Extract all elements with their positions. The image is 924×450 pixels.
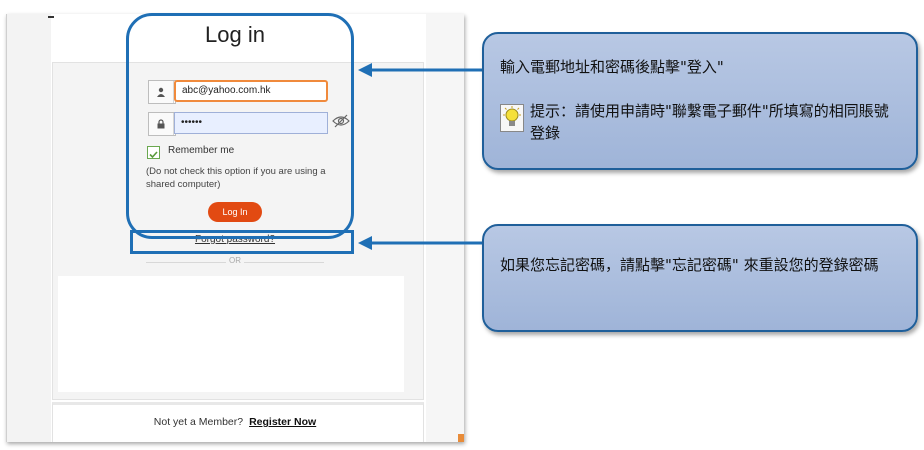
forgot-help-text: 如果您忘記密碼，請點擊"忘記密碼" 來重設您的登錄密碼 (500, 256, 879, 274)
login-instruction-callout: 輸入電郵地址和密碼後點擊"登入" 提示：請使用申請時"聯繫電子郵件"所填寫的相同… (482, 32, 918, 170)
forgot-password-callout: 如果您忘記密碼，請點擊"忘記密碼" 來重設您的登錄密碼 (482, 224, 918, 332)
instruction-text: 輸入電郵地址和密碼後點擊"登入" (500, 58, 724, 76)
arrow-head-login (358, 63, 372, 77)
arrow-head-forgot (358, 236, 372, 250)
lightbulb-icon (500, 104, 524, 132)
hint-text: 提示：請使用申請時"聯繫電子郵件"所填寫的相同賬號登錄 (530, 102, 889, 142)
